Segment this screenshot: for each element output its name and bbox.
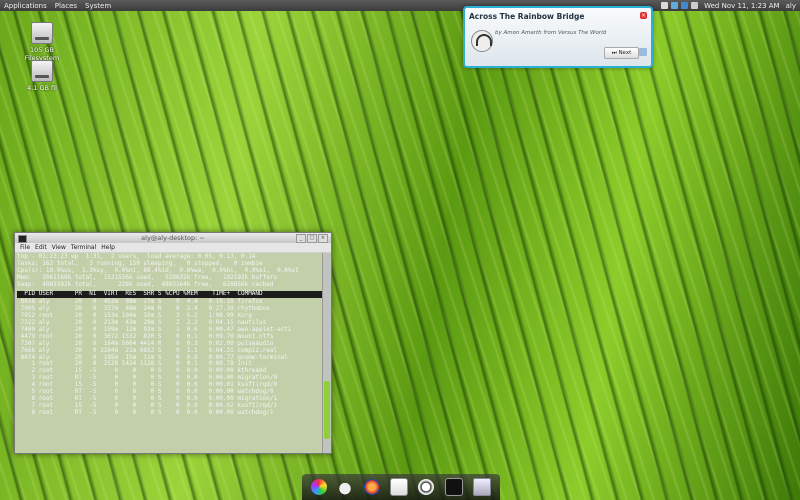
trash-icon[interactable] (472, 478, 491, 496)
terminal-titlebar[interactable]: aly@aly-desktop: ~ _ □ × (15, 233, 331, 243)
desktop-icon-drive[interactable]: 4.1 GB fil (12, 60, 72, 92)
window-controls: _ □ × (296, 234, 328, 243)
bluetooth-icon[interactable] (681, 2, 689, 9)
menu-applications[interactable]: Applications (0, 2, 51, 10)
drive-icon (31, 60, 53, 82)
terminal-icon (18, 235, 27, 243)
terminal-window: aly@aly-desktop: ~ _ □ × File Edit View … (14, 232, 332, 454)
menu-view[interactable]: View (52, 244, 66, 251)
minimize-button[interactable]: _ (296, 234, 306, 243)
menu-file[interactable]: File (20, 244, 30, 251)
menu-terminal[interactable]: Terminal (71, 244, 96, 251)
terminal-scrollbar[interactable] (322, 253, 331, 453)
close-button[interactable]: × (318, 234, 328, 243)
file-manager-icon[interactable] (389, 478, 408, 496)
pinwheel-icon[interactable] (311, 479, 328, 495)
close-icon[interactable]: × (640, 12, 647, 19)
mail-icon[interactable] (661, 2, 669, 9)
cloud-icon[interactable] (337, 479, 354, 495)
top-panel: Applications Places System Wed Nov 11, 1… (0, 0, 800, 11)
next-button[interactable]: ⏭ Next (604, 47, 639, 59)
drive-icon (31, 22, 53, 44)
maximize-button[interactable]: □ (307, 234, 317, 243)
speaker-icon (639, 48, 647, 56)
notification-title: Across The Rainbow Bridge (469, 12, 585, 21)
volume-icon[interactable] (691, 2, 699, 9)
next-button-label: Next (618, 50, 632, 56)
system-tray: Wed Nov 11, 1:23 AM aly (661, 0, 796, 11)
menu-places[interactable]: Places (51, 2, 81, 10)
menu-help[interactable]: Help (101, 244, 115, 251)
headphones-icon (471, 30, 493, 52)
menu-edit[interactable]: Edit (35, 244, 47, 251)
terminal-menubar: File Edit View Terminal Help (15, 243, 331, 252)
terminal-output[interactable]: top - 01:23:23 up 1:31, 2 users, load av… (15, 253, 325, 453)
top-summary-line: Swap: 4883392k total, 228k used, 4883164… (17, 280, 274, 288)
process-table-header: PID USER PR NI VIRT RES SHR S %CPU %MEM … (17, 291, 325, 299)
network-icon[interactable] (671, 2, 679, 9)
scrollbar-thumb[interactable] (324, 381, 330, 439)
user-menu[interactable]: aly (786, 2, 796, 10)
music-player-icon[interactable] (418, 479, 435, 495)
notification-body: by Amon Amarth from Versus The World (495, 30, 607, 36)
dock (302, 474, 500, 500)
desktop-icon-filesystem[interactable]: 105 GB Filesystem (12, 22, 72, 62)
process-row: 8 root RT -5 0 0 0 S 0 0.0 0:00.00 watch… (17, 408, 274, 416)
now-playing-notification: Across The Rainbow Bridge × by Amon Amar… (463, 6, 653, 68)
window-title: aly@aly-desktop: ~ (141, 234, 205, 242)
clock[interactable]: Wed Nov 11, 1:23 AM (704, 2, 780, 10)
terminal-icon[interactable] (444, 478, 463, 496)
next-icon: ⏭ (611, 50, 617, 56)
firefox-icon[interactable] (363, 479, 380, 495)
menu-system[interactable]: System (81, 2, 115, 10)
desktop-icon-label: 4.1 GB fil (27, 84, 57, 92)
